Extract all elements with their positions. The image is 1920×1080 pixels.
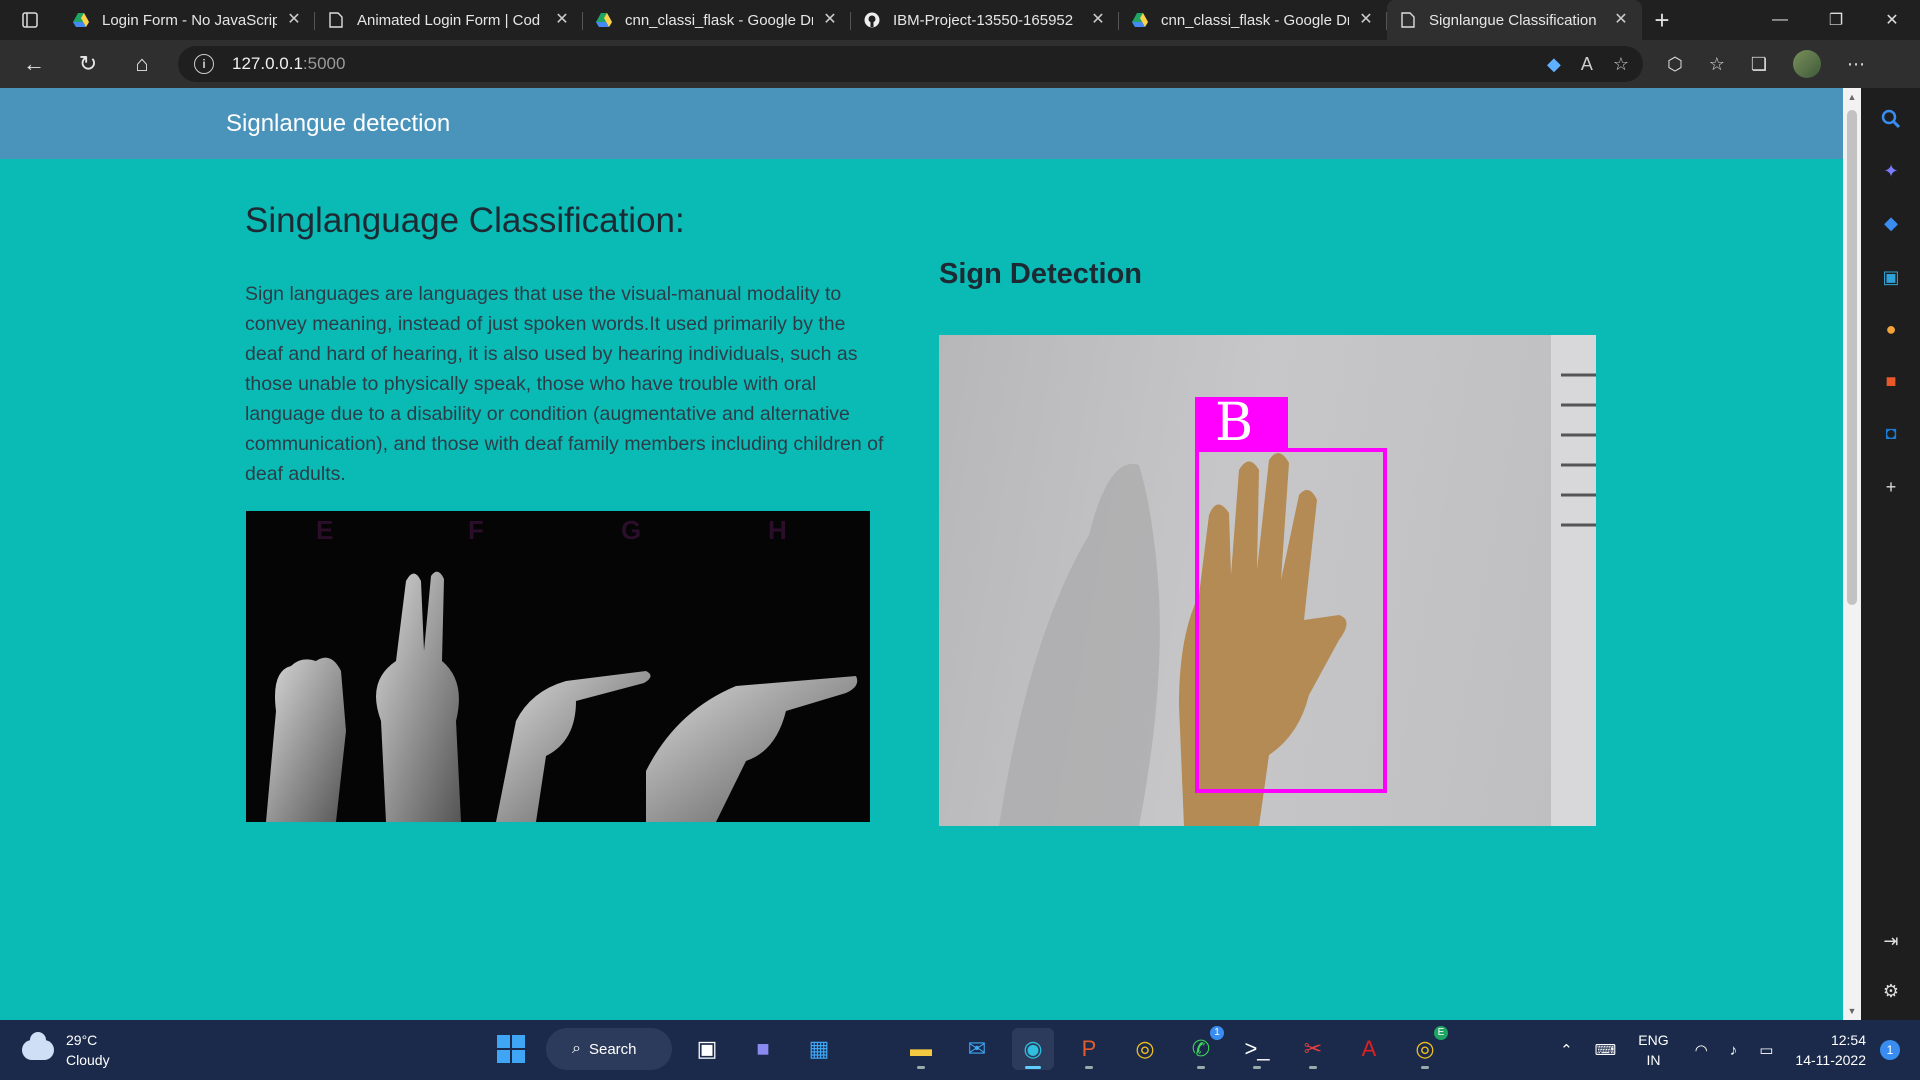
games-icon[interactable]: ● [1878, 316, 1904, 342]
detection-label: B [1195, 393, 1288, 453]
chrome-icon[interactable]: ◎ [1124, 1028, 1166, 1070]
taskbar-search-button[interactable]: ⌕ Search [546, 1028, 672, 1070]
restore-icon[interactable]: ❐ [1808, 0, 1864, 40]
read-aloud-icon[interactable]: A [1581, 54, 1593, 75]
close-icon[interactable]: ✕ [1357, 11, 1375, 29]
refresh-icon[interactable]: ↻ [68, 44, 108, 84]
detection-bounding-box [1195, 448, 1387, 793]
tab-5[interactable]: cnn_classi_flask - Google Dr ✕ [1119, 0, 1387, 40]
new-tab-button[interactable]: + [1642, 0, 1682, 40]
more-menu-icon[interactable]: ⋯ [1847, 54, 1865, 75]
acrobat-icon[interactable]: A [1348, 1028, 1390, 1070]
page-scrollbar[interactable]: ▲ ▼ [1843, 88, 1861, 1020]
close-icon[interactable]: ✕ [1612, 11, 1630, 29]
system-tray: ⌃ ⌨ ENG IN ◠ ♪ ▭ 12:54 14-11-2022 1 [1560, 1020, 1920, 1080]
snipping-tool-icon[interactable]: ✂ [1292, 1028, 1334, 1070]
windows-taskbar: 29°C Cloudy ⌕ Search ▣ ■ ▦ ▬ ✉ ◉ P ◎ ✆ 1 … [0, 1020, 1920, 1080]
asl-hands-image: E F G H [246, 511, 870, 822]
back-icon[interactable]: ← [14, 44, 54, 84]
close-window-icon[interactable]: ✕ [1864, 0, 1920, 40]
favorites-icon[interactable]: ☆ [1709, 54, 1725, 75]
sign-detection-heading: Sign Detection [939, 258, 1143, 290]
tab-6-active[interactable]: Signlangue Classification ✕ [1387, 0, 1642, 40]
browser-tab-bar: Login Form - No JavaScript ✕ Animated Lo… [0, 0, 1920, 40]
notification-badge[interactable]: 1 [1880, 1040, 1900, 1060]
close-icon[interactable]: ✕ [821, 11, 839, 29]
site-info-icon[interactable]: i [194, 54, 214, 74]
add-favorite-icon[interactable]: ☆ [1613, 54, 1629, 75]
settings-icon[interactable]: ⚙ [1878, 978, 1904, 1004]
wifi-icon[interactable]: ◠ [1695, 1041, 1708, 1059]
keyboard-icon[interactable]: ⌨ [1595, 1041, 1617, 1059]
site-header: Signlangue detection [0, 88, 1843, 159]
teams-chat-icon[interactable]: ■ [742, 1028, 784, 1070]
mail-icon[interactable]: ✉ [956, 1028, 998, 1070]
google-drive-icon [72, 11, 90, 29]
tab-1[interactable]: Login Form - No JavaScript ✕ [60, 0, 315, 40]
site-title[interactable]: Signlangue detection [226, 110, 450, 138]
address-bar[interactable]: i 127.0.0.1:5000 ◆ A ☆ [178, 46, 1643, 82]
page-icon [1399, 11, 1417, 29]
home-icon[interactable]: ⌂ [122, 44, 162, 84]
chrome-profile-icon[interactable]: ◎ E [1404, 1026, 1448, 1070]
tab-actions-icon[interactable] [0, 0, 60, 40]
office-icon[interactable]: ■ [1878, 368, 1904, 394]
whatsapp-icon[interactable]: ✆ 1 [1180, 1026, 1224, 1070]
tab-3[interactable]: cnn_classi_flask - Google Dr ✕ [583, 0, 851, 40]
microsoft-store-icon[interactable]: ▦ [798, 1028, 840, 1070]
weather-widget[interactable]: 29°C Cloudy [22, 1030, 110, 1070]
shopping-tag-icon[interactable]: ◆ [1547, 54, 1561, 75]
battery-icon[interactable]: ▭ [1759, 1041, 1773, 1059]
sign-detection-video: B [939, 335, 1596, 826]
edge-icon[interactable]: ◉ [1012, 1028, 1054, 1070]
task-view-icon[interactable]: ▣ [686, 1028, 728, 1070]
clock[interactable]: 12:54 14-11-2022 [1795, 1030, 1866, 1070]
page-viewport: Signlangue detection Singlanguage Classi… [0, 88, 1843, 1020]
file-explorer-icon[interactable]: ▬ [900, 1028, 942, 1070]
edge-sidebar: ✦ ◆ ▣ ● ■ ◘ + ⇥ ⚙ [1861, 88, 1920, 1020]
weather-temp: 29°C [66, 1032, 98, 1048]
url-text[interactable]: 127.0.0.1:5000 [232, 54, 345, 74]
volume-icon[interactable]: ♪ [1730, 1042, 1738, 1059]
window-controls: — ❐ ✕ [1752, 0, 1920, 40]
google-drive-icon [1131, 11, 1149, 29]
description-paragraph: Sign languages are languages that use th… [245, 283, 884, 485]
terminal-icon[interactable]: >_ [1236, 1028, 1278, 1070]
shopping-icon[interactable]: ◆ [1878, 210, 1904, 236]
search-icon[interactable] [1878, 106, 1904, 132]
extensions-icon[interactable]: ⬡ [1667, 54, 1683, 75]
sidebar-collapse-icon[interactable]: ⇥ [1878, 928, 1904, 954]
outlook-icon[interactable]: ◘ [1878, 420, 1904, 446]
tab-2[interactable]: Animated Login Form | Cod ✕ [315, 0, 583, 40]
language-indicator[interactable]: ENG IN [1638, 1030, 1668, 1070]
collections-icon[interactable]: ❏ [1751, 54, 1767, 75]
search-icon: ⌕ [572, 1040, 581, 1057]
start-icon[interactable] [490, 1028, 532, 1070]
scroll-thumb[interactable] [1847, 110, 1857, 605]
add-icon[interactable]: + [1878, 474, 1904, 500]
powerpoint-icon[interactable]: P [1068, 1028, 1110, 1070]
minimize-icon[interactable]: — [1752, 0, 1808, 40]
copilot-icon[interactable]: ✦ [1878, 158, 1904, 184]
tab-4[interactable]: IBM-Project-13550-165952 ✕ [851, 0, 1119, 40]
detected-letter: B [1215, 393, 1254, 453]
chevron-up-icon[interactable]: ⌃ [1560, 1041, 1573, 1059]
browser-toolbar: ← ↻ ⌂ i 127.0.0.1:5000 ◆ A ☆ ⬡ ☆ ❏ ⋯ [0, 40, 1920, 88]
scroll-up-arrow[interactable]: ▲ [1843, 88, 1861, 106]
cloud-icon [22, 1032, 54, 1060]
close-icon[interactable]: ✕ [1089, 11, 1107, 29]
github-icon [863, 11, 881, 29]
tools-icon[interactable]: ▣ [1878, 264, 1904, 290]
weather-condition: Cloudy [66, 1052, 110, 1068]
close-icon[interactable]: ✕ [285, 11, 303, 29]
scroll-down-arrow[interactable]: ▼ [1843, 1002, 1861, 1020]
profile-avatar[interactable] [1793, 50, 1821, 78]
google-drive-icon [595, 11, 613, 29]
page-icon [327, 11, 345, 29]
page-heading: Singlanguage Classification: [245, 201, 685, 240]
close-icon[interactable]: ✕ [553, 11, 571, 29]
